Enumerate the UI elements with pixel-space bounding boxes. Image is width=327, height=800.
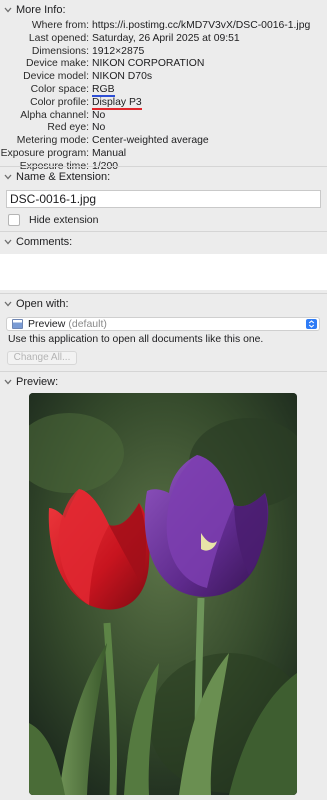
hide-extension-checkbox[interactable] [8,214,20,226]
app-name: Preview [28,318,66,330]
hide-extension-row[interactable]: Hide extension [8,213,98,227]
info-row-where-from: Where from: https://i.postimg.cc/kMD7V3v… [0,20,327,33]
info-label: Metering mode: [16,135,89,147]
more-info-title: More Info: [16,4,66,16]
info-row-exposure-program: Exposure program: Manual [0,148,327,161]
info-label: Exposure program: [0,147,89,159]
preview-image [29,393,297,795]
info-value: NIKON CORPORATION [92,58,205,70]
chevron-down-icon[interactable] [1,170,15,184]
info-row-metering-mode: Metering mode: Center-weighted average [0,135,327,148]
info-row-device-model: Device model: NIKON D70s [0,71,327,84]
name-extension-header[interactable]: Name & Extension: [0,167,327,187]
info-label: Color space: [30,83,89,95]
info-label: Dimensions: [31,45,89,57]
filename-field[interactable]: DSC-0016-1.jpg [6,190,321,208]
comments-header[interactable]: Comments: [0,232,327,252]
open-with-popup[interactable]: Preview (default) [6,317,320,331]
change-all-button[interactable]: Change All... [7,351,77,365]
info-value-underlined: Display P3 [92,96,142,110]
info-label: Where from: [31,20,89,31]
name-extension-title: Name & Extension: [16,171,111,183]
info-value: 1912×2875 [92,45,145,57]
info-label: Red eye: [47,122,89,134]
info-row-red-eye: Red eye: No [0,122,327,135]
chevron-down-icon[interactable] [1,375,15,389]
chevron-down-icon[interactable] [1,235,15,249]
info-value: Center-weighted average [92,135,209,147]
info-label: Device make: [26,58,89,70]
info-value-underlined: RGB [92,83,115,97]
info-row-color-profile: Color profile: Display P3 [0,97,327,110]
info-value: No [92,122,106,134]
more-info-header[interactable]: More Info: [0,0,327,20]
info-value: Saturday, 26 April 2025 at 09:51 [92,32,240,44]
open-with-title: Open with: [16,298,69,310]
open-with-description: Use this application to open all documen… [8,334,264,345]
preview-header[interactable]: Preview: [0,372,327,392]
info-value: Manual [92,147,127,159]
open-with-header[interactable]: Open with: [0,294,327,314]
info-row-alpha-channel: Alpha channel: No [0,110,327,123]
up-down-chevron-icon[interactable] [306,319,317,329]
chevron-down-icon[interactable] [1,3,15,17]
preview-app-icon [12,319,23,329]
info-label: Alpha channel: [20,109,89,121]
info-value: No [92,109,106,121]
app-default-label: (default) [68,318,107,330]
info-row-last-opened: Last opened: Saturday, 26 April 2025 at … [0,33,327,46]
info-value: https://i.postimg.cc/kMD7V3vX/DSC-0016-1… [92,20,311,31]
preview-title: Preview: [16,376,59,388]
comments-field[interactable] [0,254,327,290]
info-value: NIKON D70s [92,71,153,83]
info-label: Color profile: [30,96,89,108]
info-label: Last opened: [28,32,89,44]
info-row-dimensions: Dimensions: 1912×2875 [0,46,327,59]
tulip-photo-icon [29,393,297,795]
comments-title: Comments: [16,236,73,248]
hide-extension-label[interactable]: Hide extension [29,214,98,226]
more-info-grid: Where from: https://i.postimg.cc/kMD7V3v… [0,20,327,174]
info-row-color-space: Color space: RGB [0,84,327,97]
info-row-device-make: Device make: NIKON CORPORATION [0,58,327,71]
chevron-down-icon[interactable] [1,297,15,311]
info-label: Device model: [23,71,89,83]
